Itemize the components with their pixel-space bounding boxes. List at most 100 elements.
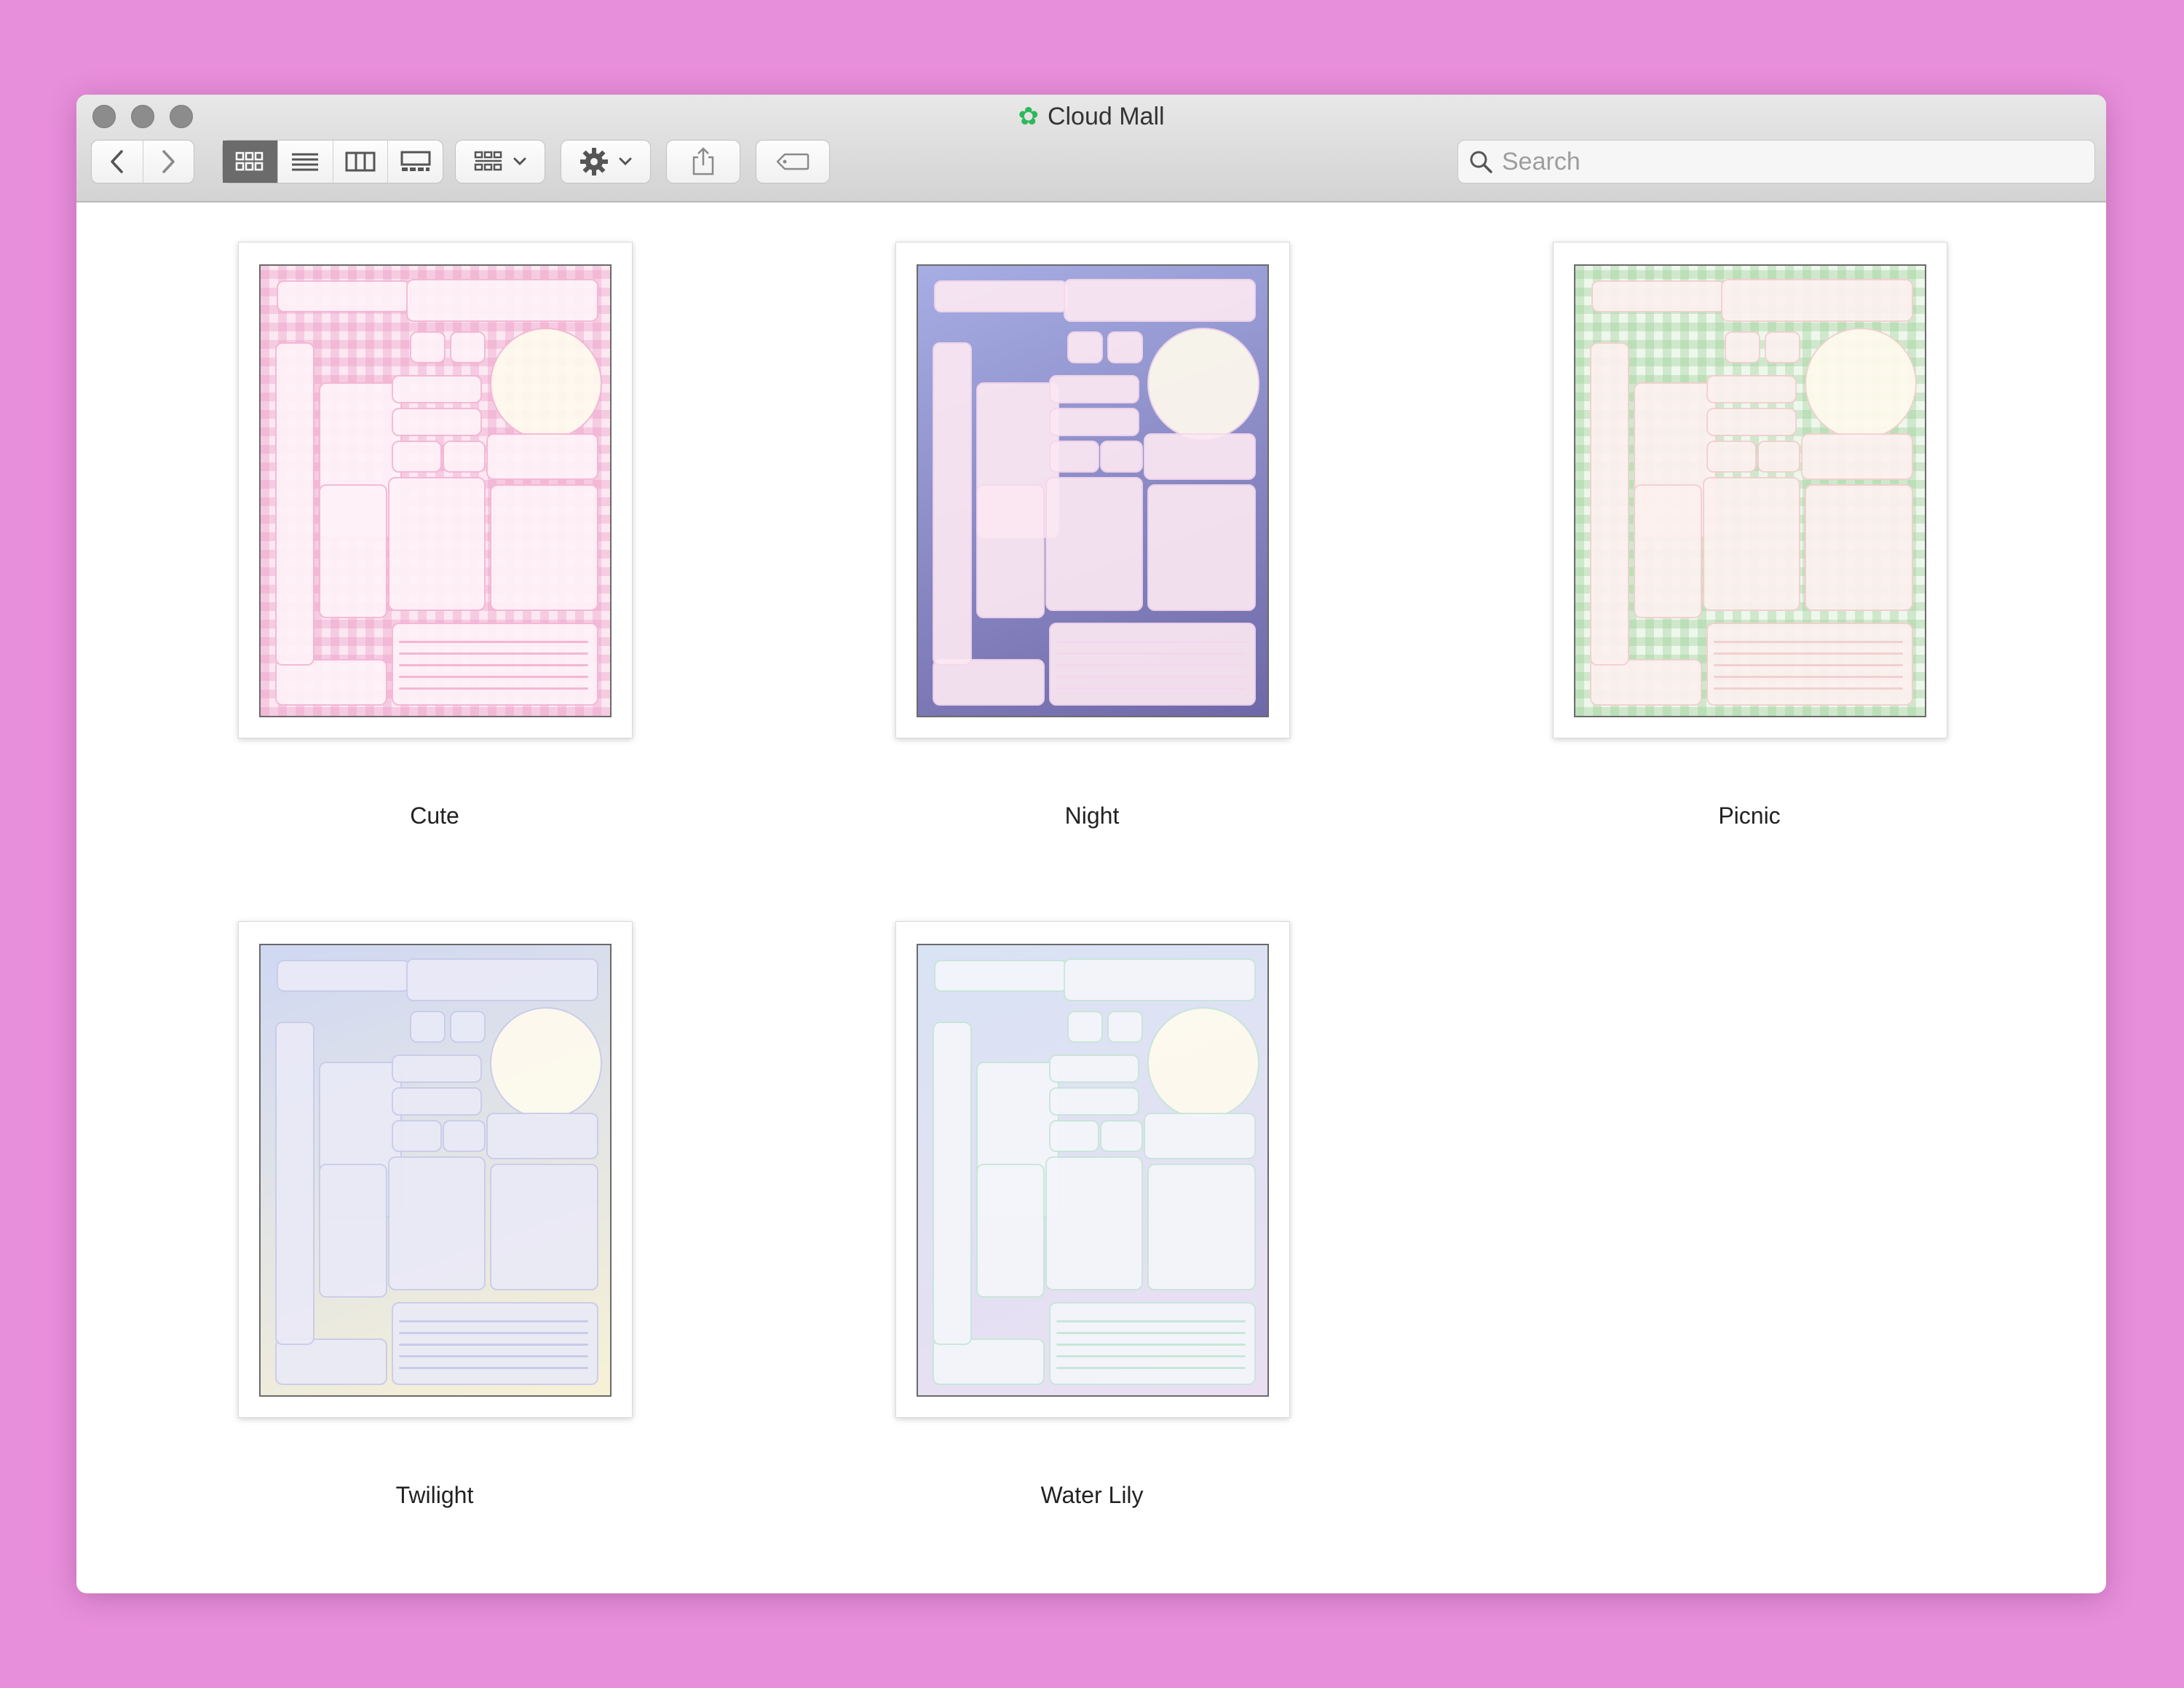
field-box bbox=[1757, 441, 1800, 473]
table-line bbox=[399, 1332, 588, 1334]
file-name-label[interactable]: Picnic bbox=[1553, 802, 1946, 829]
header-box bbox=[406, 279, 598, 322]
table-line bbox=[1056, 652, 1246, 655]
forward-button[interactable] bbox=[143, 141, 194, 183]
table-line bbox=[399, 676, 588, 678]
file-thumbnail[interactable] bbox=[895, 242, 1290, 738]
table-line bbox=[1056, 676, 1246, 678]
field-box bbox=[1706, 408, 1797, 436]
file-thumbnail[interactable] bbox=[238, 242, 633, 738]
header-box bbox=[1064, 958, 1256, 1001]
stat-box bbox=[1107, 331, 1143, 363]
skills-box bbox=[319, 1164, 387, 1298]
file-thumbnail[interactable] bbox=[238, 921, 633, 1418]
field-box bbox=[1100, 441, 1143, 473]
share-content bbox=[667, 141, 740, 183]
tag-content bbox=[756, 141, 829, 183]
stat-box bbox=[1107, 1011, 1143, 1043]
sidebar-box bbox=[1590, 342, 1629, 666]
icon-view-icon bbox=[236, 151, 264, 171]
field-box bbox=[1049, 441, 1099, 473]
search-input[interactable] bbox=[1500, 146, 2071, 177]
skills-box bbox=[976, 1164, 1045, 1298]
group-by-button[interactable] bbox=[455, 140, 545, 184]
column-view-button[interactable] bbox=[333, 141, 389, 183]
field-box bbox=[1590, 659, 1702, 706]
banner bbox=[934, 280, 1068, 312]
field-box bbox=[1144, 433, 1256, 480]
list-view-button[interactable] bbox=[278, 141, 333, 183]
portrait-circle bbox=[1147, 1007, 1259, 1119]
table-line bbox=[1056, 1320, 1246, 1322]
action-content bbox=[561, 141, 650, 183]
stat-box bbox=[410, 331, 446, 363]
share-button[interactable] bbox=[666, 140, 740, 184]
sidebar-box bbox=[933, 1022, 972, 1345]
tag-button[interactable] bbox=[756, 140, 830, 184]
field-box bbox=[933, 1338, 1045, 1385]
file-name-label[interactable]: Night bbox=[895, 802, 1289, 829]
gallery-view-icon bbox=[400, 151, 431, 171]
skills-box bbox=[1634, 484, 1702, 618]
character-sheet-preview bbox=[259, 944, 612, 1397]
field-box bbox=[1049, 1120, 1099, 1152]
portrait-circle bbox=[1805, 328, 1917, 440]
file-name-label[interactable]: Twilight bbox=[238, 1482, 631, 1509]
table-line bbox=[1056, 687, 1246, 690]
gallery-view-button[interactable] bbox=[388, 141, 443, 183]
portrait-circle bbox=[490, 328, 602, 440]
stat-box bbox=[450, 331, 486, 363]
banner bbox=[934, 960, 1068, 992]
table-line bbox=[1714, 664, 1903, 666]
notes-box bbox=[1045, 477, 1143, 611]
notes-box bbox=[1147, 1164, 1256, 1290]
table-line bbox=[1056, 664, 1246, 666]
icon-view-button[interactable] bbox=[223, 141, 278, 183]
field-box bbox=[443, 1120, 486, 1152]
window-title: ✿ Cloud Mall bbox=[76, 102, 2106, 131]
field-box bbox=[275, 1338, 387, 1385]
file-thumbnail[interactable] bbox=[1553, 242, 1947, 738]
back-button[interactable] bbox=[92, 141, 143, 183]
file-thumbnail[interactable] bbox=[895, 921, 1290, 1418]
banner bbox=[277, 280, 411, 312]
table-line bbox=[1714, 641, 1903, 643]
table-line bbox=[399, 1355, 588, 1357]
notes-box bbox=[490, 1164, 598, 1290]
search-field[interactable] bbox=[1457, 140, 2095, 184]
stat-box bbox=[1725, 331, 1760, 363]
file-grid: Cute Night Picnic Twilight Water Lily bbox=[76, 202, 2106, 1593]
field-box bbox=[1049, 408, 1139, 436]
field-box bbox=[443, 441, 486, 473]
table-line bbox=[399, 1320, 588, 1322]
table-line bbox=[1056, 1344, 1246, 1346]
chevron-right-icon bbox=[162, 150, 175, 173]
table-line bbox=[399, 1367, 588, 1369]
skills-box bbox=[319, 484, 387, 618]
file-name-label[interactable]: Cute bbox=[238, 802, 631, 829]
field-box bbox=[933, 659, 1045, 706]
character-sheet-preview bbox=[259, 264, 612, 717]
field-box bbox=[392, 441, 442, 473]
view-mode-control bbox=[222, 140, 443, 184]
star-icon: ✿ bbox=[1018, 103, 1039, 130]
field-box bbox=[1049, 1087, 1139, 1116]
group-by-content bbox=[456, 141, 545, 183]
file-name-label[interactable]: Water Lily bbox=[895, 1482, 1289, 1509]
chevron-left-icon bbox=[111, 150, 123, 173]
notes-box bbox=[388, 477, 486, 611]
table-line bbox=[399, 652, 588, 655]
sidebar-box bbox=[933, 342, 972, 666]
table-line bbox=[399, 664, 588, 666]
search-icon bbox=[1470, 151, 1492, 173]
table-line bbox=[1056, 641, 1246, 643]
field-box bbox=[1706, 441, 1757, 473]
field-box bbox=[1100, 1120, 1143, 1152]
field-box bbox=[1144, 1113, 1256, 1159]
field-box bbox=[392, 1087, 482, 1116]
notes-box bbox=[1703, 477, 1800, 611]
action-button[interactable] bbox=[561, 140, 651, 184]
column-view-icon bbox=[345, 151, 376, 172]
stat-box bbox=[1067, 1011, 1103, 1043]
character-sheet-preview bbox=[1574, 264, 1926, 717]
